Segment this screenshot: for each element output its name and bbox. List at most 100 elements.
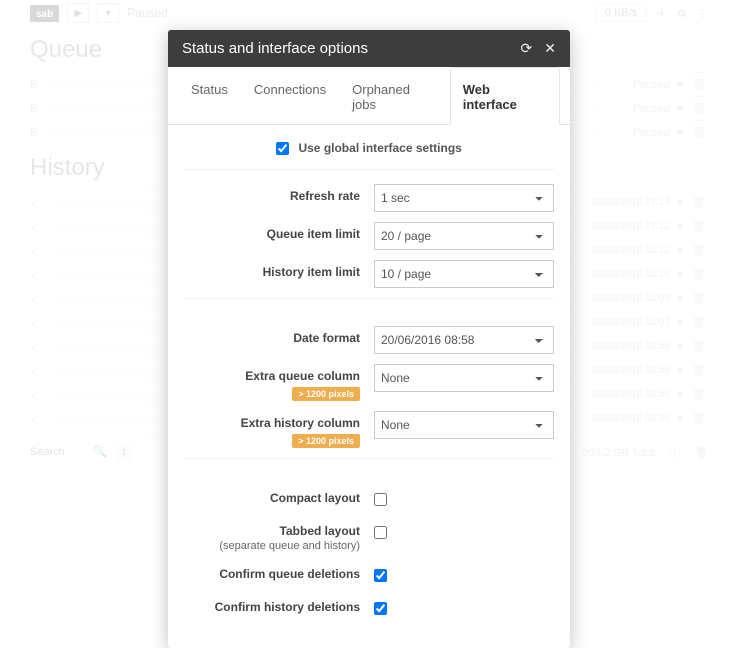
queue-limit-label: Queue item limit <box>267 227 360 241</box>
compact-checkbox[interactable] <box>374 493 387 506</box>
row-marker: B <box>30 127 42 139</box>
play-button[interactable]: ▶ <box>67 3 89 23</box>
tab-status[interactable]: Status <box>178 67 241 125</box>
tabbed-checkbox[interactable] <box>374 526 387 539</box>
row-menu-icon[interactable]: ▾ <box>670 292 690 305</box>
row-menu-icon[interactable]: ▾ <box>670 388 690 401</box>
search-input[interactable] <box>30 446 90 458</box>
row-menu-icon[interactable]: ▾ <box>670 316 690 329</box>
extra-history-label: Extra history column <box>241 416 360 430</box>
date-format-select[interactable]: 20/06/2016 08:58 <box>374 326 554 354</box>
modal-title: Status and interface options <box>182 40 368 57</box>
global-settings-label: Use global interface settings <box>298 141 461 155</box>
app-logo: sab <box>30 5 59 22</box>
history-limit-label: History item limit <box>263 265 360 279</box>
check-icon: ✓ <box>30 196 48 209</box>
options-modal: Status and interface options ⟳ ✕ StatusC… <box>168 30 570 648</box>
row-menu-icon[interactable]: ▾ <box>670 412 690 425</box>
row-status: Paused <box>610 79 670 91</box>
check-icon: ✓ <box>30 412 48 425</box>
tabbed-label: Tabbed layout <box>280 524 360 538</box>
row-date: 04/08/2016 10:58 <box>570 341 670 352</box>
row-menu-icon[interactable]: ▾ <box>670 196 690 209</box>
extra-queue-select[interactable]: None <box>374 364 554 392</box>
row-delete-icon[interactable]: 🗑 <box>690 316 708 329</box>
row-marker: B <box>30 79 42 91</box>
queue-limit-select[interactable]: 20 / page <box>374 222 554 250</box>
extra-queue-label: Extra queue column <box>245 369 360 383</box>
global-settings-row: Use global interface settings <box>184 135 554 170</box>
row-delete-icon[interactable]: 🗑 <box>690 220 708 233</box>
row-menu-icon[interactable]: ▾ <box>670 268 690 281</box>
top-bar: sab ▶ ▾ Paused 0 KB/s ＋ ⚙ ⋮ <box>30 0 708 26</box>
row-menu-icon[interactable]: ▾ <box>670 78 690 91</box>
row-menu-icon[interactable]: ▾ <box>670 364 690 377</box>
row-menu-icon[interactable]: ▾ <box>670 126 690 139</box>
row-date: 04/08/2016 15:10 <box>570 269 670 280</box>
row-menu-icon[interactable]: ▾ <box>670 220 690 233</box>
info-icon[interactable]: ⓘ <box>669 445 680 461</box>
row-menu-icon[interactable]: ▾ <box>670 102 690 115</box>
row-date: 04/08/2016 17:14 <box>570 197 670 208</box>
row-date: 04/08/2016 08:30 <box>570 413 670 424</box>
check-icon: ✓ <box>30 316 48 329</box>
history-limit-select[interactable]: 10 / page <box>374 260 554 288</box>
tab-orphaned-jobs[interactable]: Orphaned jobs <box>339 67 450 125</box>
pixels-badge: > 1200 pixels <box>292 434 360 448</box>
clear-icon[interactable]: 🗑 <box>694 446 708 459</box>
rate-display: 0 KB/s <box>596 4 646 22</box>
row-delete-icon[interactable]: 🗑 <box>690 78 708 91</box>
row-date: 04/08/2016 10:58 <box>570 365 670 376</box>
extra-history-select[interactable]: None <box>374 411 554 439</box>
page-number[interactable]: 1 <box>116 445 132 461</box>
row-date: 04/08/2016 15:09 <box>570 293 670 304</box>
row-delete-icon[interactable]: 🗑 <box>690 292 708 305</box>
row-delete-icon[interactable]: 🗑 <box>690 364 708 377</box>
row-menu-icon[interactable]: ▾ <box>670 340 690 353</box>
add-icon[interactable]: ＋ <box>656 5 667 21</box>
row-status: Paused <box>610 127 670 139</box>
row-date: 04/08/2016 15:12 <box>570 245 670 256</box>
compact-label: Compact layout <box>270 491 360 505</box>
search-icon[interactable]: 🔍 <box>93 446 107 458</box>
check-icon: ✓ <box>30 220 48 233</box>
row-date: 04/08/2016 17:12 <box>570 221 670 232</box>
date-format-label: Date format <box>293 331 360 345</box>
row-menu-icon[interactable]: ▾ <box>670 244 690 257</box>
gear-icon[interactable]: ⚙ <box>677 7 687 20</box>
confirm-history-label: Confirm history deletions <box>215 600 360 614</box>
tab-web-interface[interactable]: Web interface <box>450 67 560 125</box>
pixels-badge: > 1200 pixels <box>292 387 360 401</box>
history-total: 393.2 GB Total <box>582 447 655 459</box>
confirm-queue-checkbox[interactable] <box>374 569 387 582</box>
row-status: Paused <box>610 103 670 115</box>
row-delete-icon[interactable]: 🗑 <box>690 102 708 115</box>
check-icon: ✓ <box>30 388 48 401</box>
check-icon: ✓ <box>30 244 48 257</box>
row-delete-icon[interactable]: 🗑 <box>690 244 708 257</box>
refresh-rate-select[interactable]: 1 sec <box>374 184 554 212</box>
row-delete-icon[interactable]: 🗑 <box>690 126 708 139</box>
modal-tabs: StatusConnectionsOrphaned jobsWeb interf… <box>168 67 570 125</box>
row-delete-icon[interactable]: 🗑 <box>690 268 708 281</box>
modal-header: Status and interface options ⟳ ✕ <box>168 30 570 67</box>
modal-body: Use global interface settings Refresh ra… <box>168 125 570 648</box>
check-icon: ✓ <box>30 364 48 377</box>
tab-connections[interactable]: Connections <box>241 67 339 125</box>
row-marker: B <box>30 103 42 115</box>
row-delete-icon[interactable]: 🗑 <box>690 340 708 353</box>
check-icon: ✓ <box>30 292 48 305</box>
row-delete-icon[interactable]: 🗑 <box>690 412 708 425</box>
refresh-rate-label: Refresh rate <box>290 189 360 203</box>
confirm-queue-label: Confirm queue deletions <box>219 567 360 581</box>
row-delete-icon[interactable]: 🗑 <box>690 196 708 209</box>
confirm-history-checkbox[interactable] <box>374 602 387 615</box>
play-dropdown[interactable]: ▾ <box>97 3 119 23</box>
check-icon: ✓ <box>30 340 48 353</box>
close-icon[interactable]: ✕ <box>544 40 556 57</box>
global-settings-checkbox[interactable] <box>276 142 289 155</box>
refresh-icon[interactable]: ⟳ <box>521 40 533 57</box>
status-label: Paused <box>127 6 168 20</box>
row-delete-icon[interactable]: 🗑 <box>690 388 708 401</box>
settings-icon[interactable]: ⋮ <box>697 7 708 20</box>
